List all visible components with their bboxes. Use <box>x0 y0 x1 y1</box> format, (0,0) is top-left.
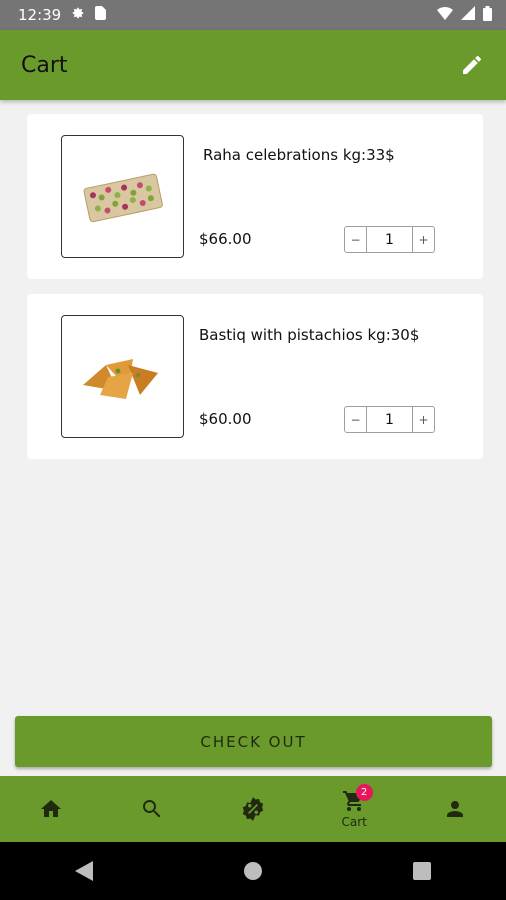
back-button[interactable] <box>34 851 134 891</box>
bastiq-pastry-image <box>82 358 158 399</box>
product-name: Bastiq with pistachios kg:30$ <box>199 326 420 344</box>
product-price: $60.00 <box>199 410 252 428</box>
signal-icon <box>461 6 475 24</box>
page-title: Cart <box>21 52 68 78</box>
quantity-stepper: − 1 + <box>344 226 435 253</box>
nav-offers[interactable] <box>202 776 303 842</box>
recents-button[interactable] <box>372 851 472 891</box>
settings-gear-icon <box>71 6 85 24</box>
search-icon <box>142 800 161 818</box>
decrease-quantity-button[interactable]: − <box>345 407 367 432</box>
recents-square-icon <box>412 862 431 880</box>
decrease-quantity-button[interactable]: − <box>345 227 367 252</box>
wifi-icon <box>437 6 453 24</box>
battery-icon <box>483 5 492 25</box>
product-price: $66.00 <box>199 230 252 248</box>
checkout-button[interactable]: CHECK OUT <box>15 716 492 767</box>
increase-quantity-button[interactable]: + <box>412 407 434 432</box>
cart-count-badge: 2 <box>355 784 373 801</box>
sim-card-icon <box>95 6 107 24</box>
product-image[interactable] <box>61 135 184 258</box>
nav-cart[interactable]: Cart 2 <box>304 776 405 842</box>
nav-search[interactable] <box>101 776 202 842</box>
nav-home[interactable] <box>0 776 101 842</box>
raha-sweet-image <box>83 173 163 223</box>
quantity-value: 1 <box>385 411 394 428</box>
home-circle-icon <box>243 862 262 880</box>
system-nav-bar <box>0 842 506 900</box>
quantity-value: 1 <box>385 231 394 248</box>
profile-icon <box>447 801 464 817</box>
edit-button[interactable] <box>458 51 486 79</box>
cart-item-card[interactable]: Raha celebrations kg:33$ $66.00 − 1 + <box>27 114 483 279</box>
increase-quantity-button[interactable]: + <box>412 227 434 252</box>
home-icon <box>40 800 61 817</box>
status-time: 12:39 <box>18 6 62 24</box>
quantity-stepper: − 1 + <box>344 406 435 433</box>
nav-profile[interactable] <box>405 776 506 842</box>
home-system-button[interactable] <box>203 851 303 891</box>
discount-icon <box>242 797 264 821</box>
back-triangle-icon <box>75 861 94 881</box>
pencil-icon <box>463 55 482 74</box>
product-image[interactable] <box>61 315 184 438</box>
bottom-nav: Cart 2 <box>0 776 506 842</box>
app-bar: Cart <box>0 30 506 100</box>
status-bar: 12:39 <box>0 0 506 30</box>
product-name: Raha celebrations kg:33$ <box>203 146 395 164</box>
nav-cart-label: Cart <box>341 815 367 829</box>
cart-item-card[interactable]: Bastiq with pistachios kg:30$ $60.00 − 1… <box>27 294 483 459</box>
